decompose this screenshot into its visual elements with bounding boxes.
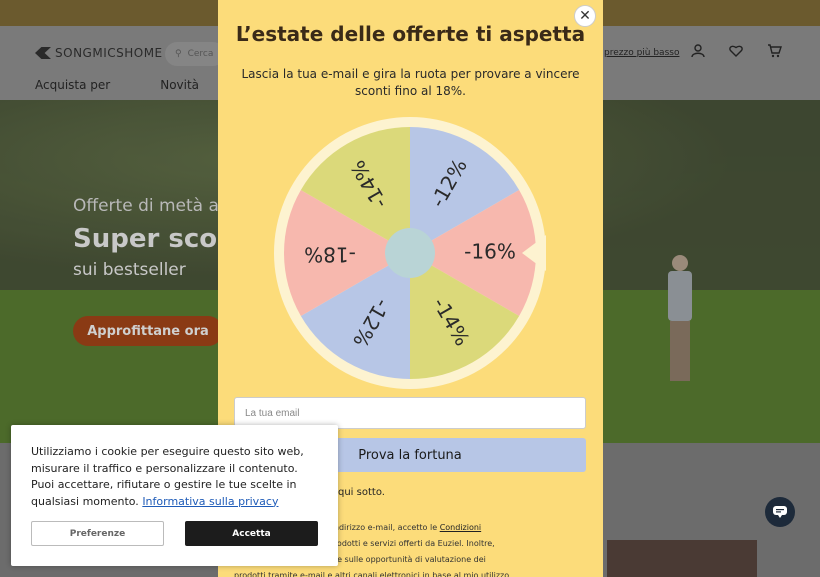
- wheel-segment-label: -16%: [464, 240, 516, 264]
- email-placeholder: La tua email: [245, 407, 300, 419]
- heart-icon[interactable]: [728, 44, 744, 60]
- privacy-link[interactable]: Informativa sulla privacy: [142, 495, 278, 508]
- product-image[interactable]: [607, 540, 757, 577]
- lowest-price-link[interactable]: prezzo più basso: [604, 48, 679, 58]
- search-icon: ⚲: [175, 49, 182, 59]
- user-icon[interactable]: [690, 44, 706, 60]
- preferences-button[interactable]: Preferenze: [31, 521, 164, 546]
- wheel-center: [385, 228, 435, 278]
- hero-eyebrow: Offerte di metà an: [73, 196, 230, 216]
- accept-button[interactable]: Accetta: [185, 521, 318, 546]
- chat-icon[interactable]: [765, 497, 795, 527]
- hero-person-image: [660, 255, 700, 385]
- brand-name: SONGMICSHOME: [55, 46, 163, 60]
- cart-icon[interactable]: [766, 44, 782, 60]
- below-button-text: qui sotto.: [338, 487, 385, 498]
- hero-cta-button[interactable]: Approfittane ora: [73, 316, 223, 346]
- prize-wheel-graphic: -12%-16%-14%-12%-18%-14%: [274, 117, 546, 389]
- modal-description: Lascia la tua e-mail e gira la ruota per…: [241, 67, 580, 98]
- brand-logo[interactable]: SONGMICSHOME: [35, 46, 163, 60]
- cookie-banner: Utilizziamo i cookie per eseguire questo…: [11, 425, 338, 566]
- legal-line-4: prodotti tramite e-mail e altri canali e…: [234, 571, 512, 577]
- cookie-text: Utilizziamo i cookie per eseguire questo…: [31, 444, 321, 510]
- nav-item-new[interactable]: Novità: [160, 78, 199, 92]
- conditions-link[interactable]: Condizioni: [440, 523, 481, 532]
- wheel-segment-label: -18%: [304, 243, 356, 267]
- modal-title: L’estate delle offerte ti aspetta: [235, 22, 586, 46]
- search-placeholder: Cerca: [187, 49, 214, 59]
- search-input[interactable]: ⚲ Cerca: [165, 42, 225, 66]
- close-icon[interactable]: ✕: [574, 5, 596, 27]
- page: SONGMICSHOME ⚲ Cerca Acquista per Novità…: [0, 0, 820, 577]
- logo-mark-icon: [35, 47, 51, 59]
- hero-subtitle: sui bestseller: [73, 260, 186, 280]
- prize-wheel[interactable]: -12% -16% -14% -12% -18% -14%: [274, 117, 546, 389]
- main-nav: Acquista per Novità: [35, 78, 199, 92]
- nav-item-shop-by[interactable]: Acquista per: [35, 78, 110, 92]
- header-icons: [690, 44, 782, 60]
